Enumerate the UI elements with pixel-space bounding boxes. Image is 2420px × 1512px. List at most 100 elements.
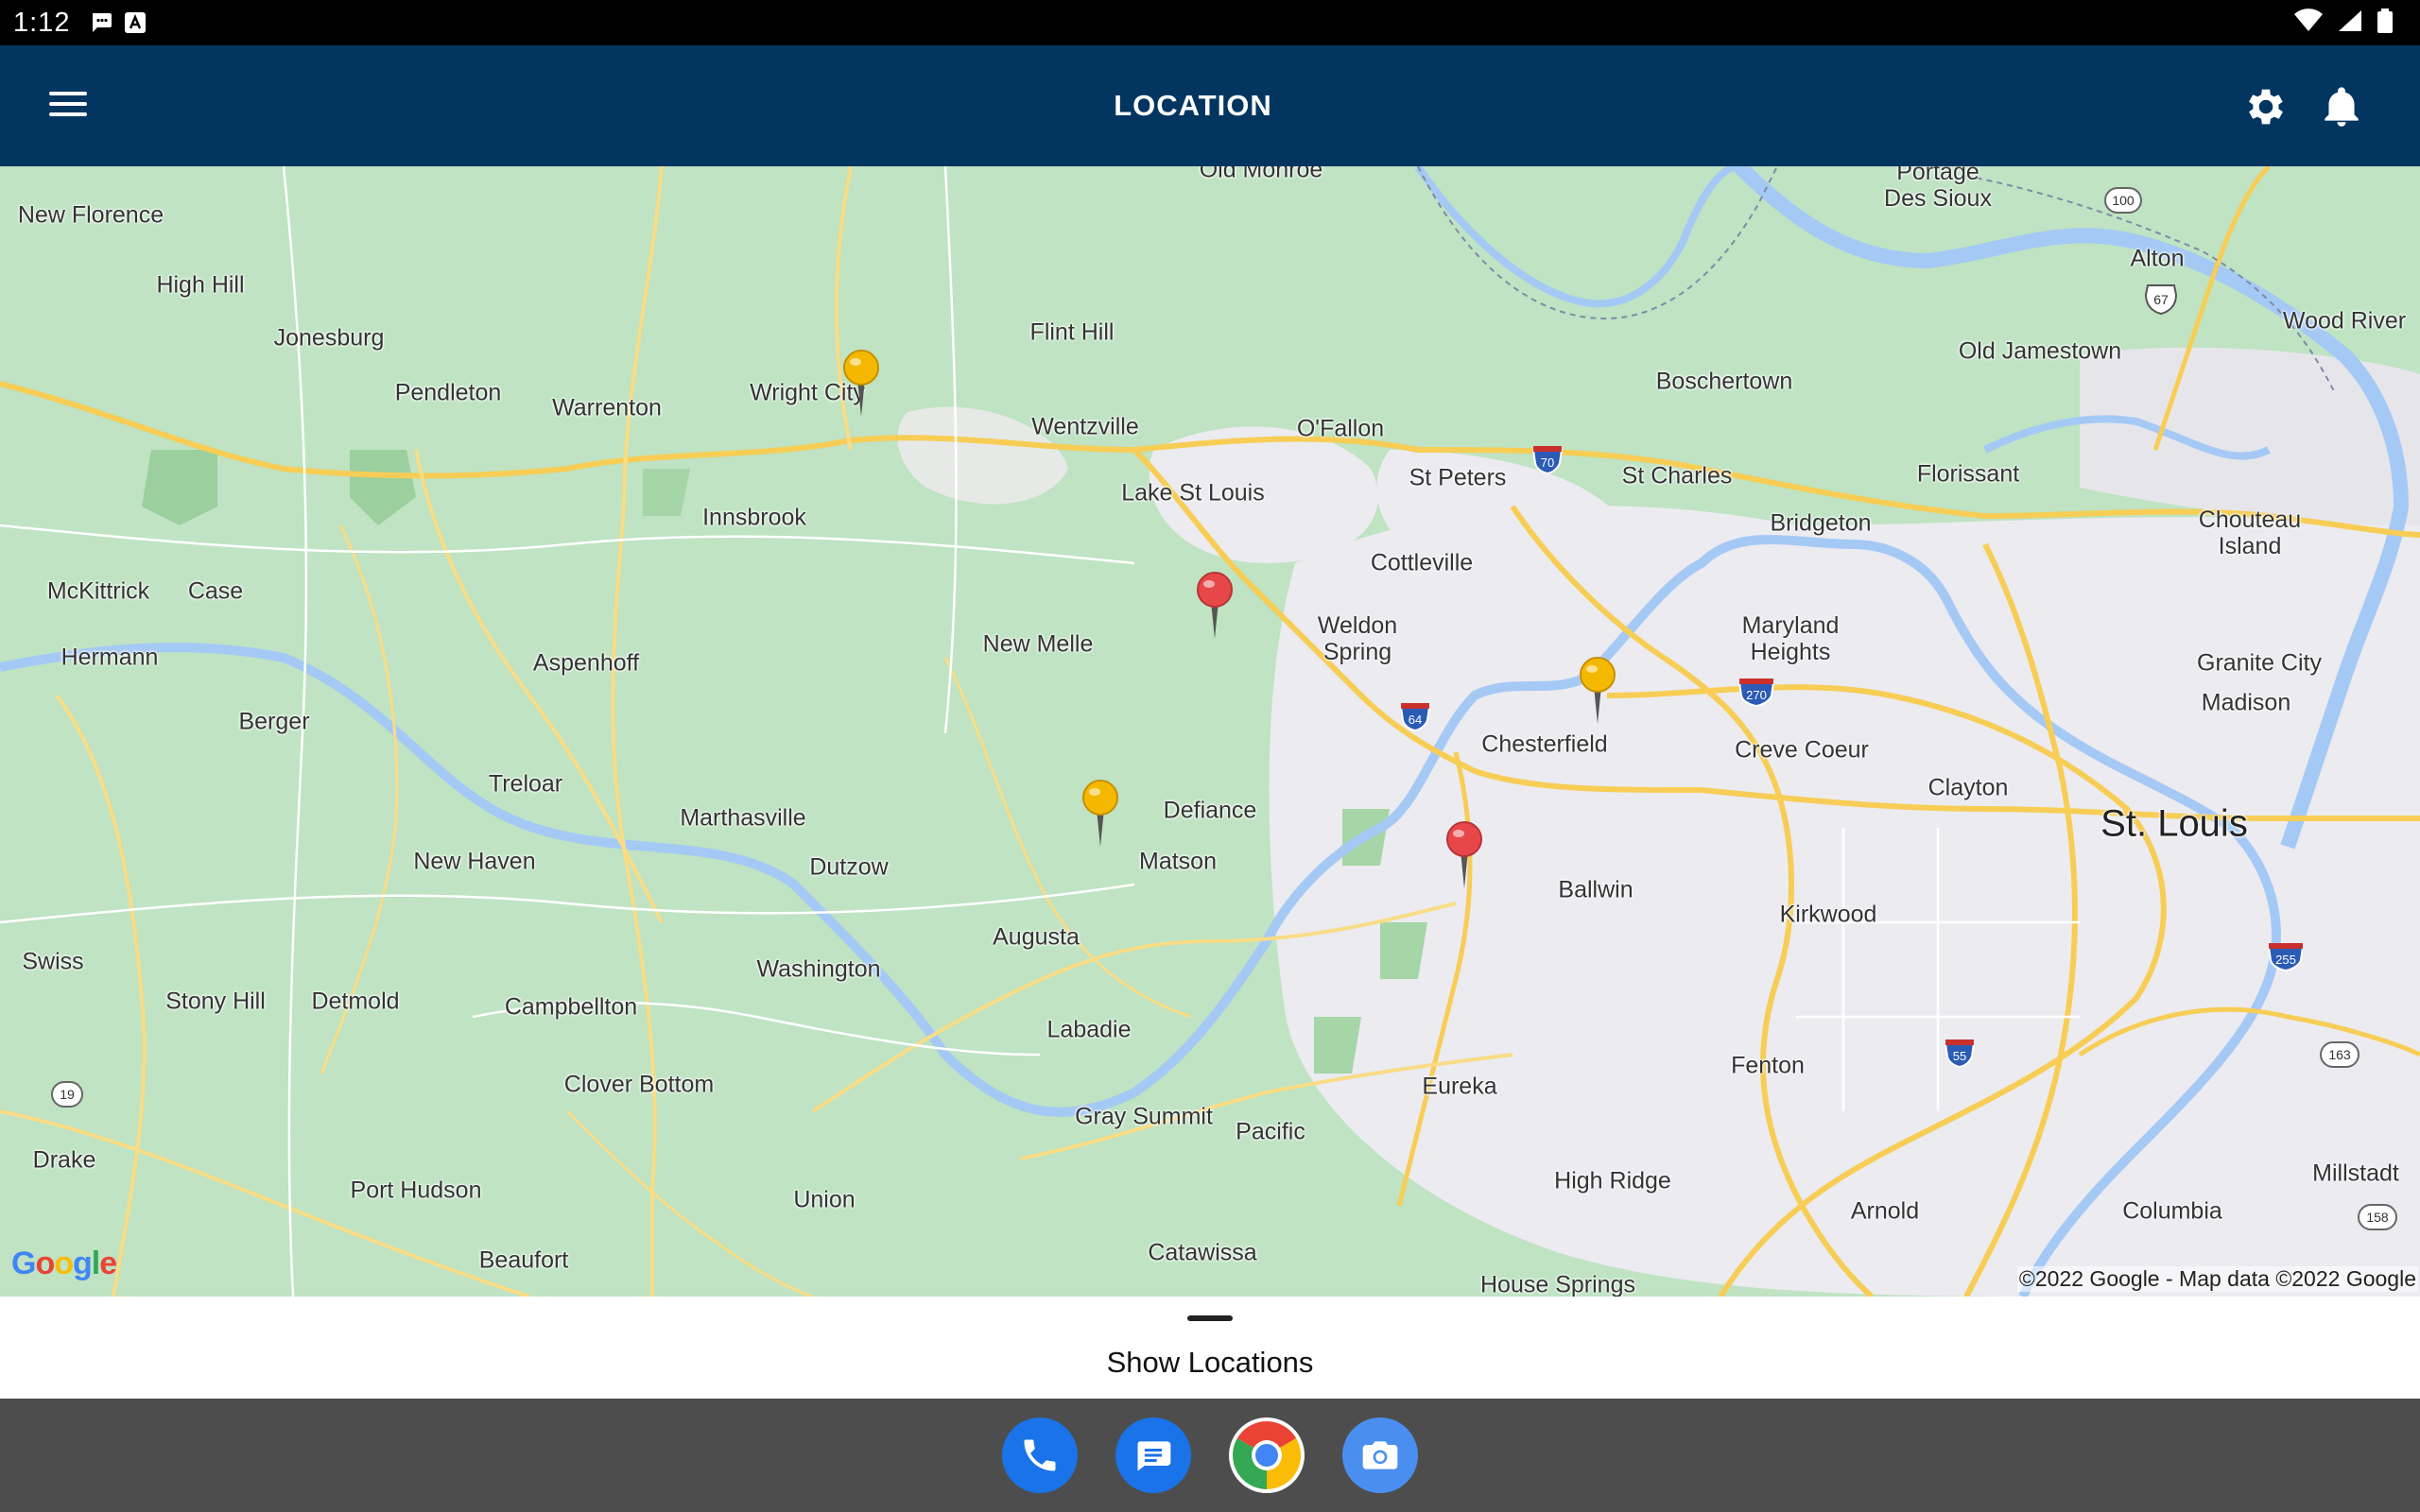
map-label-ofallon: O'Fallon (1296, 415, 1385, 442)
map-label-high-ridge: High Ridge (1554, 1167, 1671, 1194)
chat-notification-icon (89, 9, 115, 36)
pin-head (1082, 780, 1118, 816)
shield-label: 70 (1541, 455, 1554, 470)
map-label-boschertown: Boschertown (1655, 368, 1793, 395)
pin-head (1580, 657, 1616, 693)
map-label-house-springs: House Springs (1480, 1271, 1635, 1297)
map-label-madison: Madison (2201, 689, 2291, 716)
phone-icon (1024, 1439, 1056, 1471)
map-label-weldon-spring: Weldon Spring (1317, 612, 1398, 665)
route-shield-i55: 55 (1944, 1040, 1976, 1068)
map-label-mckittrick: McKittrick (46, 577, 150, 605)
map-label-chouteau-island: Chouteau Island (2198, 507, 2302, 559)
map-label-berger: Berger (238, 708, 310, 735)
map-label-dutzow: Dutzow (809, 853, 889, 881)
map-copyright: ©2022 Google - Map data ©2022 Google (2016, 1266, 2418, 1292)
map-label-alton: Alton (2130, 245, 2185, 272)
map-label-beaufort: Beaufort (478, 1246, 569, 1274)
camera-app[interactable] (1342, 1418, 1418, 1493)
shield-label: 67 (2153, 292, 2169, 307)
map-label-innsbrook: Innsbrook (702, 504, 806, 531)
map-label-st-charles: St Charles (1621, 462, 1733, 490)
cell-signal-icon (2337, 9, 2363, 38)
route-shield-r163: 163 (2320, 1041, 2360, 1068)
route-shield-i270: 270 (1737, 679, 1775, 707)
battery-icon (2377, 8, 2394, 39)
show-locations-sheet[interactable]: Show Locations (0, 1297, 2420, 1399)
map-label-pacific: Pacific (1236, 1118, 1305, 1145)
map-label-gray-summit: Gray Summit (1075, 1103, 1213, 1130)
menu-icon-line (49, 112, 87, 116)
shield-label: 100 (2112, 193, 2135, 208)
map-label-bridgeton: Bridgeton (1770, 509, 1872, 537)
show-locations-label[interactable]: Show Locations (0, 1346, 2420, 1380)
sheet-drag-handle[interactable] (1187, 1315, 1233, 1321)
map-label-creve-coeur: Creve Coeur (1735, 736, 1869, 764)
status-time: 1:12 (13, 7, 71, 38)
shield-label: 270 (1746, 688, 1767, 702)
map-label-new-melle: New Melle (982, 630, 1094, 658)
map-label-kirkwood: Kirkwood (1779, 901, 1877, 928)
map-label-chesterfield: Chesterfield (1481, 730, 1608, 758)
map-label-warrenton: Warrenton (552, 394, 662, 421)
location-pin[interactable] (1577, 652, 1618, 724)
location-pin[interactable] (1194, 567, 1236, 639)
map-label-augusta: Augusta (993, 923, 1080, 951)
map-label-portage-des-sioux: Portage Des Sioux (1884, 166, 1992, 212)
camera-icon (1362, 1441, 1398, 1469)
shield-label: 158 (2366, 1210, 2389, 1225)
map-label-drake: Drake (32, 1146, 96, 1174)
map-label-columbia: Columbia (2122, 1197, 2222, 1225)
map-label-arnold: Arnold (1850, 1197, 1920, 1225)
text-notification-icon (123, 10, 147, 35)
route-shield-r19: 19 (51, 1081, 83, 1108)
shield-label: 163 (2328, 1047, 2351, 1062)
map-label-clayton: Clayton (1927, 774, 2009, 801)
map-label-flint-hill: Flint Hill (1029, 318, 1115, 346)
map-label-port-hudson: Port Hudson (350, 1177, 482, 1204)
map-label-old-jamestown: Old Jamestown (1958, 337, 2122, 365)
map-label-matson: Matson (1139, 848, 1217, 875)
map-label-pendleton: Pendleton (394, 379, 502, 406)
menu-icon-line (49, 102, 87, 106)
map-label-wood-river: Wood River (2282, 307, 2407, 335)
map-label-wentzville: Wentzville (1031, 413, 1139, 440)
map-label-st-louis: St. Louis (2100, 802, 2248, 845)
map-label-new-haven: New Haven (413, 848, 536, 875)
pin-head (843, 350, 879, 386)
map-label-florissant: Florissant (1916, 460, 2020, 488)
pin-head (1446, 821, 1482, 857)
route-shield-i70: 70 (1531, 446, 1564, 474)
location-pin[interactable] (1443, 816, 1485, 888)
map-label-eureka: Eureka (1422, 1073, 1497, 1100)
map-label-stony-hill: Stony Hill (165, 988, 266, 1015)
map-label-maryland-heights: Maryland Heights (1741, 612, 1840, 665)
location-pin[interactable] (840, 345, 882, 417)
map-label-granite-city: Granite City (2197, 649, 2322, 677)
map-label-high-hill: High Hill (156, 271, 245, 299)
map-view[interactable]: Old Monroe Portage Des Sioux Alton New F… (0, 166, 2420, 1297)
map-label-lake-st-louis: Lake St Louis (1121, 479, 1265, 507)
map-label-marthasville: Marthasville (680, 804, 806, 832)
map-label-hermann: Hermann (60, 644, 159, 671)
status-bar: 1:12 (0, 0, 2420, 45)
gear-icon (2249, 89, 2283, 125)
chrome-app[interactable] (1229, 1418, 1305, 1493)
map-label-st-peters: St Peters (1409, 464, 1507, 491)
menu-button[interactable] (45, 85, 91, 127)
notifications-button[interactable] (2318, 83, 2365, 130)
map-label-campbellton: Campbellton (504, 993, 638, 1021)
phone-app[interactable] (1002, 1418, 1078, 1493)
messages-app[interactable] (1115, 1418, 1191, 1493)
map-label-defiance: Defiance (1163, 797, 1257, 824)
shield-label: 19 (60, 1087, 75, 1102)
shield-label: 255 (2275, 953, 2296, 967)
map-label-swiss: Swiss (22, 948, 84, 975)
route-shield-i255: 255 (2267, 943, 2305, 971)
settings-button[interactable] (2242, 83, 2290, 130)
route-shield-r158: 158 (2358, 1204, 2397, 1230)
map-label-new-florence: New Florence (17, 201, 164, 229)
map-label-clover-bottom: Clover Bottom (563, 1071, 715, 1098)
location-pin[interactable] (1080, 775, 1121, 847)
map-label-millstadt: Millstadt (2312, 1160, 2399, 1187)
